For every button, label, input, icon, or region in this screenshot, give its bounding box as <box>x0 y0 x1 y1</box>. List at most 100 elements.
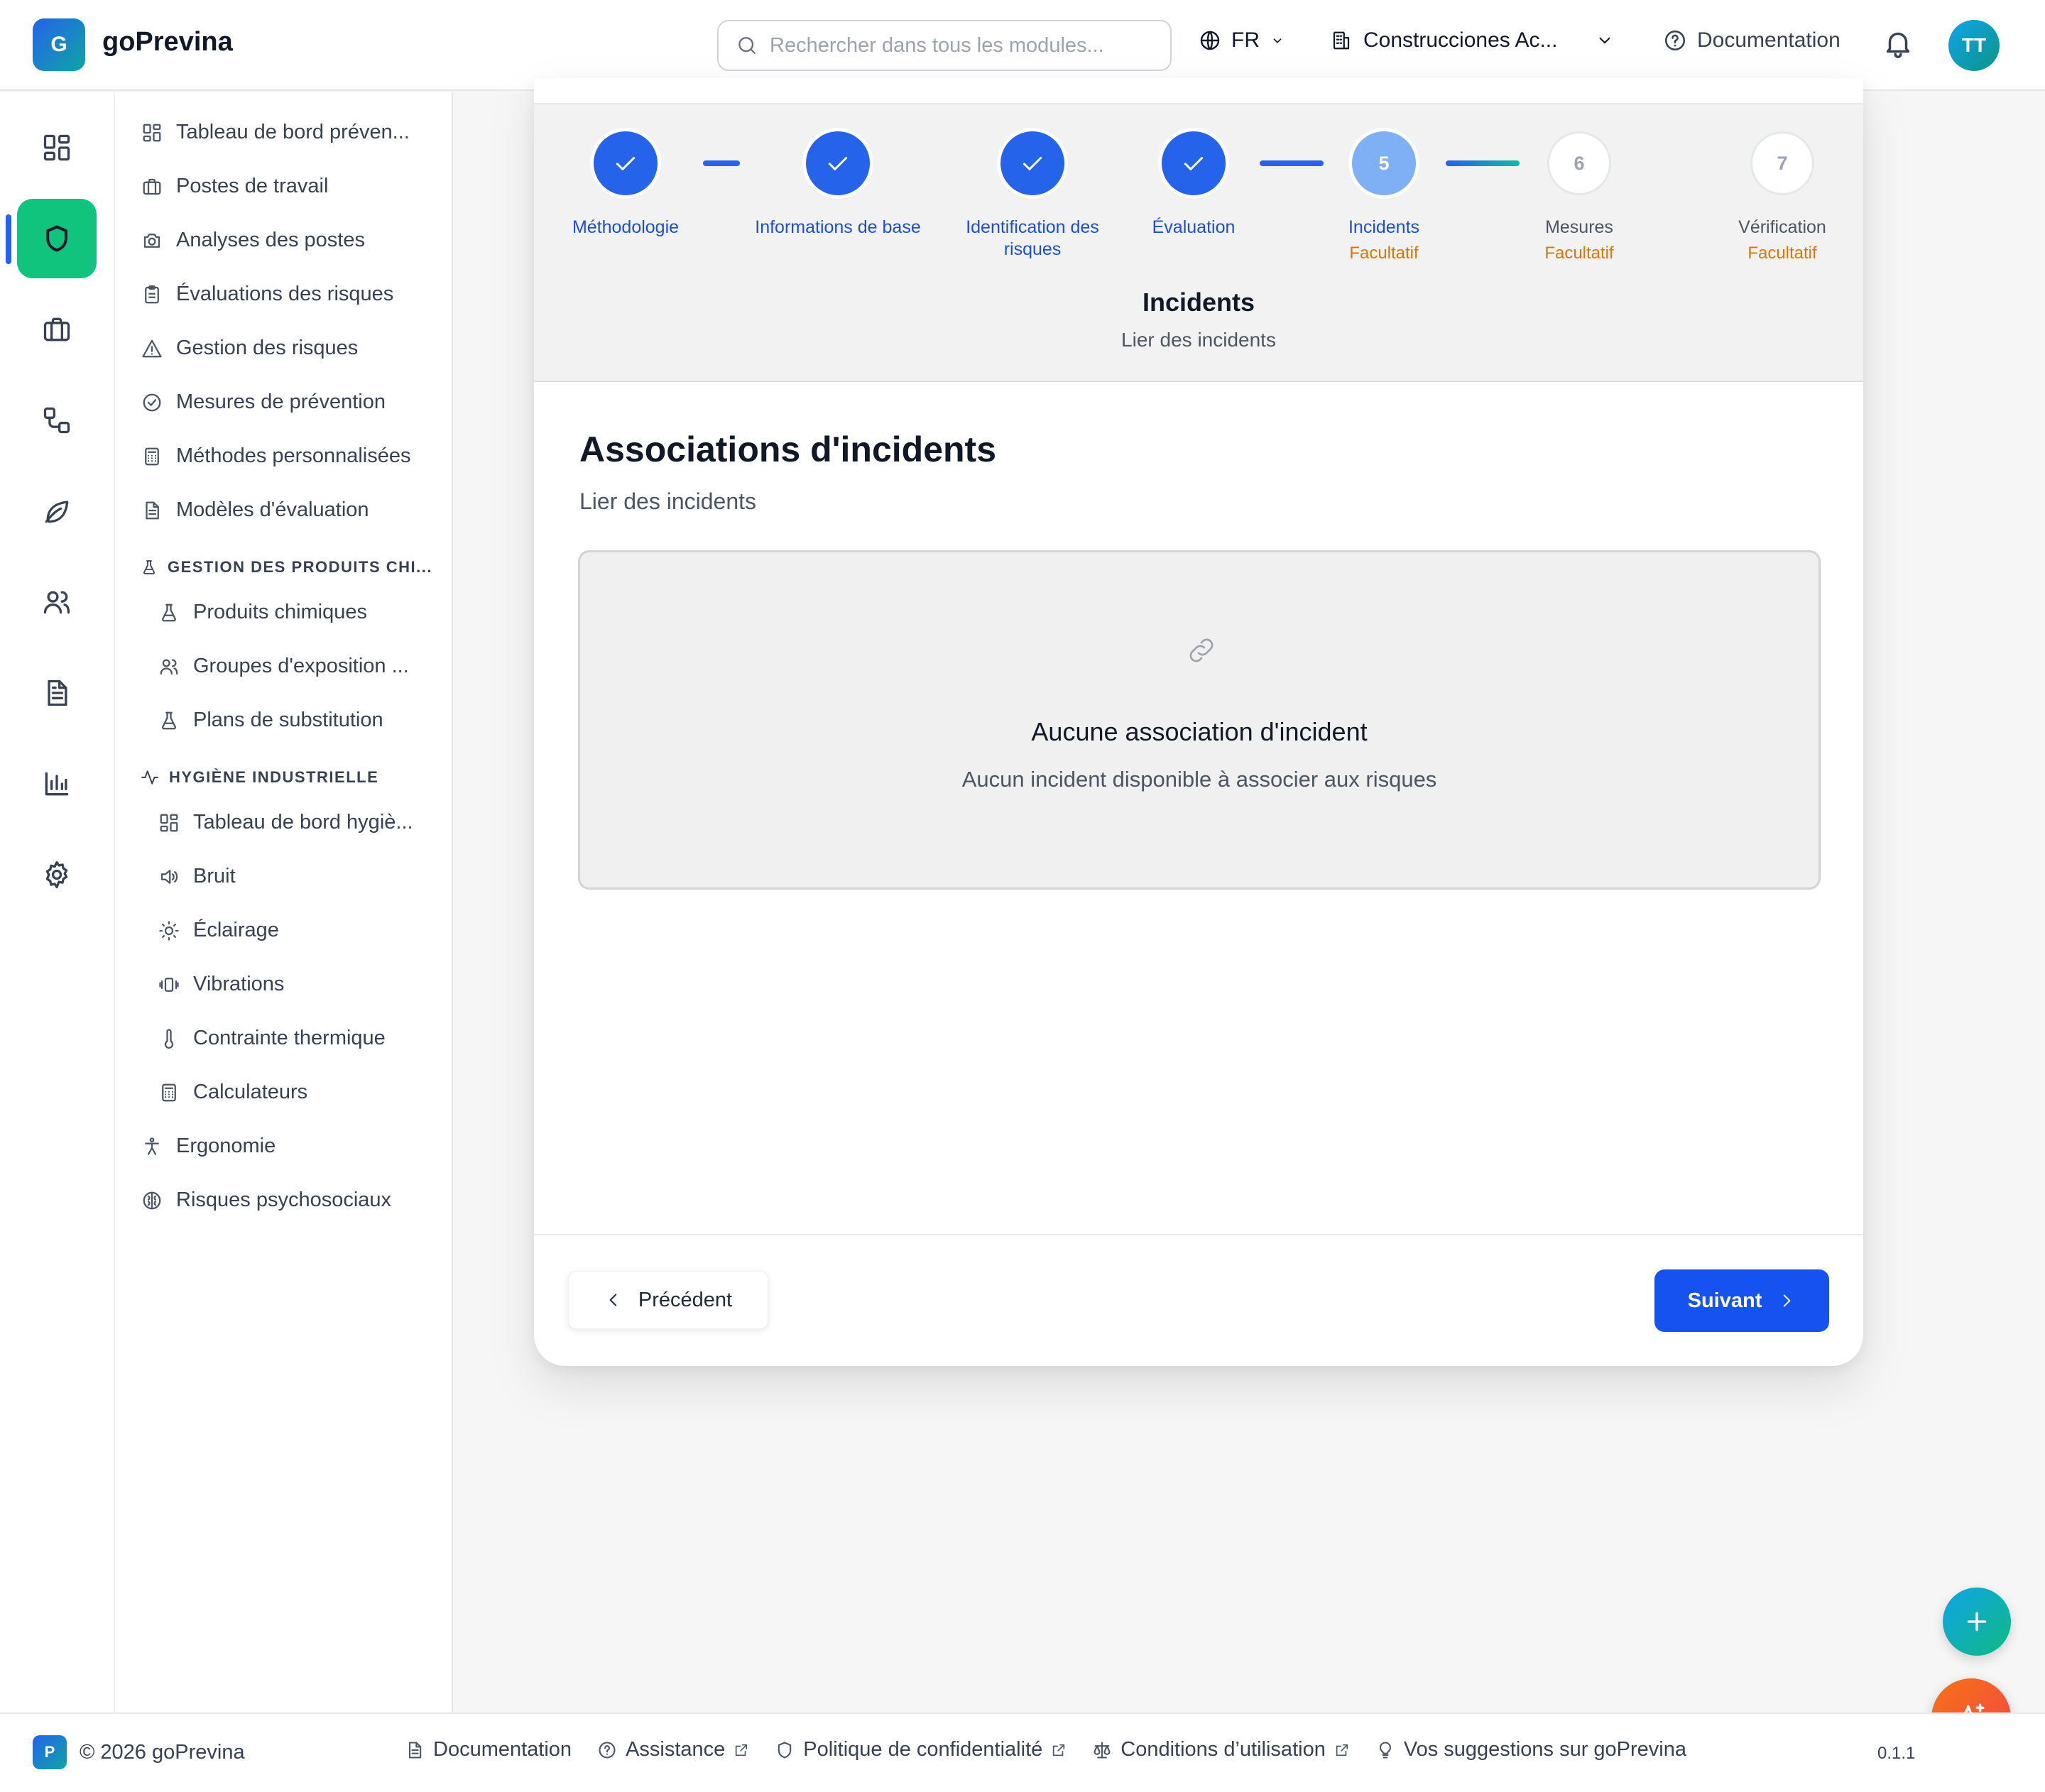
step-4-circle[interactable] <box>1162 131 1226 195</box>
brain-icon <box>141 1189 163 1212</box>
global-search[interactable] <box>717 20 1172 71</box>
sidebar-item-risk-management[interactable]: Gestion des risques <box>141 337 358 360</box>
previous-button[interactable]: Précédent <box>568 1271 768 1329</box>
step-connector <box>1446 160 1520 166</box>
documentation-link[interactable]: Documentation <box>1663 28 1840 53</box>
footer-link-privacy[interactable]: Politique de confidentialité <box>775 1738 1067 1761</box>
sidebar-item-lighting[interactable]: Éclairage <box>158 919 279 942</box>
user-avatar[interactable]: TT <box>1948 20 2000 71</box>
step-6-circle[interactable]: 6 <box>1547 131 1611 195</box>
footer-link-suggestions[interactable]: Vos suggestions sur goPrevina <box>1375 1738 1686 1761</box>
quick-add-button[interactable] <box>1943 1588 2011 1656</box>
speaker-icon <box>158 865 180 888</box>
help-circle-icon <box>1663 28 1687 53</box>
sidebar-item-label: Plans de substitution <box>193 709 383 731</box>
step-7-label[interactable]: Vérification <box>1690 217 1863 239</box>
step-5-label[interactable]: Incidents <box>1292 217 1476 239</box>
empty-state-title: Aucune association d'incident <box>1031 717 1368 746</box>
dashboard-icon <box>41 132 72 163</box>
rail-processes[interactable] <box>17 381 97 460</box>
sidebar-item-label: Tableau de bord hygiè... <box>193 811 413 834</box>
file-text-icon <box>141 499 163 522</box>
company-selector[interactable]: Construcciones Ac... <box>1331 28 1614 53</box>
sidebar-item-psychosocial-risks[interactable]: Risques psychosociaux <box>141 1189 391 1212</box>
step-3-circle[interactable] <box>1000 131 1064 195</box>
step-connector <box>1260 160 1324 166</box>
footer-links: Documentation Assistance Politique de co… <box>405 1738 1686 1761</box>
sidebar-item-noise[interactable]: Bruit <box>158 865 236 888</box>
rail-people[interactable] <box>17 562 97 642</box>
sidebar-item-custom-methods[interactable]: Méthodes personnalisées <box>141 444 410 468</box>
footer-logo: P <box>33 1735 67 1769</box>
external-link-icon <box>1334 1742 1350 1758</box>
step-7-circle[interactable]: 7 <box>1750 131 1814 195</box>
rail-environment[interactable] <box>17 471 97 551</box>
step-1-circle[interactable] <box>594 131 658 195</box>
page-title: Associations d'incidents <box>579 430 997 469</box>
page-subtitle: Lier des incidents <box>579 488 757 514</box>
sidebar-nav: Tableau de bord préven... Postes de trav… <box>115 92 453 1712</box>
sidebar-item-thermal-stress[interactable]: Contrainte thermique <box>158 1027 386 1050</box>
globe-icon <box>1199 29 1221 52</box>
language-selector[interactable]: FR <box>1199 28 1285 53</box>
section-header-chemicals[interactable]: GESTION DES PRODUITS CHI... <box>141 558 432 577</box>
sidebar-item-chemical-products[interactable]: Produits chimiques <box>158 601 367 624</box>
step-2-label[interactable]: Informations de base <box>746 217 930 239</box>
section-header-hygiene[interactable]: HYGIÈNE INDUSTRIELLE <box>141 768 378 787</box>
sidebar-item-hygiene-dashboard[interactable]: Tableau de bord hygiè... <box>158 811 413 834</box>
rail-reports[interactable] <box>17 744 97 824</box>
step-2-circle[interactable] <box>806 131 870 195</box>
clipboard-icon <box>141 283 163 306</box>
sidebar-item-evaluation-templates[interactable]: Modèles d'évaluation <box>141 498 369 522</box>
sidebar-item-vibrations[interactable]: Vibrations <box>158 973 284 996</box>
sidebar-item-substitution-plans[interactable]: Plans de substitution <box>158 709 383 732</box>
copyright: © 2026 goPrevina <box>80 1741 245 1764</box>
sidebar-item-label: Éclairage <box>193 919 279 941</box>
sidebar-item-workstations[interactable]: Postes de travail <box>141 175 328 198</box>
step-5-circle[interactable]: 5 <box>1352 131 1416 195</box>
footer-link-documentation[interactable]: Documentation <box>405 1738 572 1761</box>
sidebar-item-prevention-measures[interactable]: Mesures de prévention <box>141 390 386 414</box>
footer-link-label: Politique de confidentialité <box>803 1738 1043 1761</box>
calculator-icon <box>141 445 163 468</box>
search-input[interactable] <box>770 33 1153 58</box>
rail-workstations[interactable] <box>17 290 97 369</box>
step-1-label[interactable]: Méthodologie <box>534 217 718 239</box>
sidebar-item-label: Mesures de prévention <box>176 390 386 413</box>
section-title: HYGIÈNE INDUSTRIELLE <box>169 768 379 786</box>
thermometer-icon <box>158 1027 180 1050</box>
person-icon <box>141 1135 163 1158</box>
step-4-label[interactable]: Évaluation <box>1101 217 1286 239</box>
next-button[interactable]: Suivant <box>1654 1269 1829 1332</box>
sidebar-item-ergonomics[interactable]: Ergonomie <box>141 1135 276 1158</box>
footer-link-terms[interactable]: Conditions d’utilisation <box>1092 1738 1350 1761</box>
sidebar-item-exposure-groups[interactable]: Groupes d'exposition ... <box>158 655 409 678</box>
sidebar-item-workstation-analyses[interactable]: Analyses des postes <box>141 229 365 252</box>
checkmark-icon <box>1179 149 1208 177</box>
sidebar-item-risk-evaluations[interactable]: Évaluations des risques <box>141 283 393 306</box>
app-name[interactable]: goPrevina <box>102 27 233 58</box>
warning-icon <box>141 337 163 360</box>
lightbulb-icon <box>1375 1740 1395 1760</box>
step-3-label[interactable]: Identification des risques <box>940 217 1125 261</box>
logo-letter: G <box>50 33 67 56</box>
top-header: G goPrevina FR Construcciones Ac... Docu… <box>0 0 2045 91</box>
footer-link-label: Documentation <box>433 1738 572 1761</box>
step-6-label[interactable]: Mesures <box>1487 217 1672 239</box>
company-name: Construcciones Ac... <box>1363 28 1558 52</box>
sidebar-item-prevention-dashboard[interactable]: Tableau de bord préven... <box>141 121 410 144</box>
sidebar-item-calculators[interactable]: Calculateurs <box>158 1081 307 1104</box>
check-circle-icon <box>141 391 163 414</box>
app-logo[interactable]: G <box>33 18 85 71</box>
rail-dashboard[interactable] <box>17 108 97 187</box>
rail-documents[interactable] <box>17 653 97 733</box>
language-label: FR <box>1231 28 1260 52</box>
rail-prevention[interactable] <box>17 199 97 278</box>
empty-state-description: Aucun incident disponible à associer aux… <box>961 767 1437 792</box>
footer-link-assistance[interactable]: Assistance <box>597 1738 749 1761</box>
activity-icon <box>141 768 159 787</box>
rail-settings[interactable] <box>17 835 97 914</box>
notifications-bell-icon[interactable] <box>1882 27 1914 60</box>
current-step-title: Incidents <box>1142 288 1255 317</box>
flask-icon <box>158 601 180 624</box>
